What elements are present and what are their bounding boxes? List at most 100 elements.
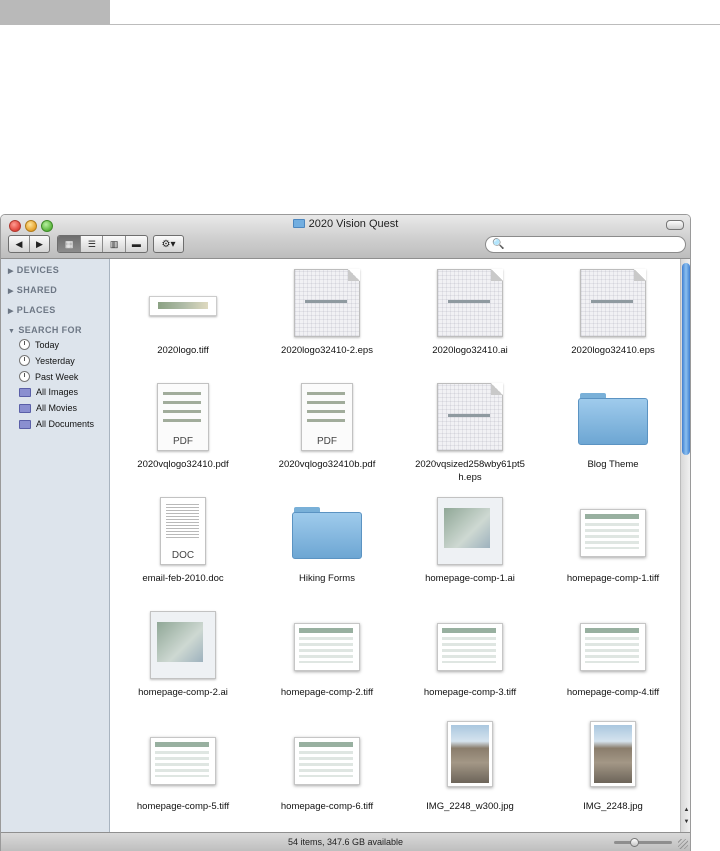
webpage-thumbnail <box>150 611 216 679</box>
action-menu-button[interactable]: ⚙▾ <box>153 235 184 253</box>
back-forward-control: ◀ ▶ <box>8 235 50 253</box>
sidebar-item-label: Past Week <box>35 371 79 382</box>
file-item[interactable]: 2020logo32410.ai <box>400 259 540 373</box>
disclosure-open-icon[interactable]: ▼ <box>8 328 15 335</box>
window-title: 2020 Vision Quest <box>1 218 690 230</box>
clock-icon <box>19 355 30 366</box>
window-title-text: 2020 Vision Quest <box>308 218 399 230</box>
status-bar: 54 items, 347.6 GB available <box>1 832 690 851</box>
file-name-label: 2020logo32410.ai <box>432 345 508 356</box>
file-name-label: 2020vqlogo32410b.pdf <box>278 459 376 470</box>
page-header-block <box>0 0 110 25</box>
toolbar-toggle-button[interactable] <box>666 220 684 230</box>
file-name-label: 2020vqlogo32410.pdf <box>137 459 229 470</box>
resize-grip[interactable] <box>678 839 688 849</box>
file-type-badge: DOC <box>171 550 195 561</box>
file-item[interactable]: 2020logo32410-2.eps <box>257 259 397 373</box>
disclosure-closed-icon[interactable]: ▶ <box>8 268 14 275</box>
webpage-thumbnail <box>294 623 360 671</box>
photo-thumbnail <box>447 721 493 787</box>
scrollbar-thumb[interactable] <box>682 263 690 455</box>
scroll-down-arrow[interactable]: ▼ <box>682 819 690 825</box>
forward-button[interactable]: ▶ <box>28 236 49 252</box>
file-item[interactable]: 2020logo.tiff <box>113 259 253 373</box>
smart-folder-icon <box>19 419 31 429</box>
file-item[interactable]: homepage-comp-1.ai <box>400 487 540 601</box>
file-name-label: homepage-comp-3.tiff <box>423 687 517 698</box>
sidebar-item-all-images[interactable]: All Images <box>19 387 78 397</box>
file-item[interactable]: DOC email-feb-2010.doc <box>113 487 253 601</box>
sidebar-item-all-documents[interactable]: All Documents <box>19 419 94 429</box>
folder-icon <box>578 393 648 445</box>
icon-size-slider[interactable] <box>614 841 672 844</box>
list-view-button[interactable]: ☰ <box>80 236 102 252</box>
clock-icon <box>19 371 30 382</box>
file-item[interactable]: Hiking Forms <box>257 487 397 601</box>
webpage-thumbnail <box>150 737 216 785</box>
file-name-label: 2020logo.tiff <box>157 345 209 356</box>
file-type-badge: PDF <box>173 436 193 447</box>
search-input[interactable]: 🔍 <box>485 236 686 253</box>
sidebar-item-yesterday[interactable]: Yesterday <box>19 355 75 366</box>
file-name-label: homepage-comp-6.tiff <box>280 801 374 812</box>
page-header-rule <box>110 24 720 25</box>
file-item[interactable]: homepage-comp-6.tiff <box>257 715 397 829</box>
sidebar-section-shared[interactable]: ▶ SHARED <box>8 285 57 295</box>
sidebar-section-search-for[interactable]: ▼ SEARCH FOR <box>8 325 82 335</box>
sidebar-section-places[interactable]: ▶ PLACES <box>8 305 56 315</box>
file-item[interactable]: IMG_2248_w300.jpg <box>400 715 540 829</box>
disclosure-closed-icon[interactable]: ▶ <box>8 308 14 315</box>
file-item[interactable]: homepage-comp-1.tiff <box>543 487 680 601</box>
logo-thumbnail <box>149 296 217 316</box>
file-item[interactable]: homepage-comp-4.tiff <box>543 601 680 715</box>
sidebar-item-label: All Documents <box>36 419 95 429</box>
disclosure-closed-icon[interactable]: ▶ <box>8 288 14 295</box>
sidebar-section-label: PLACES <box>16 305 56 315</box>
sidebar-item-all-movies[interactable]: All Movies <box>19 403 77 413</box>
gear-icon: ⚙▾ <box>161 238 176 250</box>
document-file-icon <box>294 269 360 337</box>
file-name-label: IMG_2248.jpg <box>583 801 643 812</box>
document-file-icon <box>580 269 646 337</box>
file-item[interactable]: 2020vqsized258wby61pt5 h.eps <box>400 373 540 487</box>
coverflow-view-button[interactable]: ▬ <box>124 236 147 252</box>
sidebar-section-label: DEVICES <box>16 265 60 275</box>
file-item[interactable]: homepage-comp-2.ai <box>113 601 253 715</box>
sidebar-item-past-week[interactable]: Past Week <box>19 371 78 382</box>
titlebar[interactable]: 2020 Vision Quest ◀ ▶ ▦ ☰ ▥ ▬ ⚙▾ 🔍 <box>1 215 690 259</box>
pdf-file-icon: PDF <box>157 383 209 451</box>
sidebar: ▶ DEVICES ▶ SHARED ▶ PLACES ▼ SEARCH FOR Today Ye… <box>1 259 110 832</box>
webpage-thumbnail <box>580 623 646 671</box>
sidebar-item-label: Today <box>35 339 60 350</box>
file-item[interactable]: Blog Theme <box>543 373 680 487</box>
sidebar-item-label: All Images <box>36 387 79 397</box>
sidebar-item-today[interactable]: Today <box>19 339 59 350</box>
folder-icon <box>292 219 305 228</box>
clock-icon <box>19 339 30 350</box>
finder-window: 2020 Vision Quest ◀ ▶ ▦ ☰ ▥ ▬ ⚙▾ 🔍 ▶ DEVICES… <box>0 214 691 851</box>
document-file-icon <box>437 383 503 451</box>
search-icon: 🔍 <box>492 239 505 250</box>
sidebar-section-label: SEARCH FOR <box>18 325 82 335</box>
file-type-badge: PDF <box>317 436 337 447</box>
sidebar-section-devices[interactable]: ▶ DEVICES <box>8 265 59 275</box>
file-item[interactable]: 2020logo32410.eps <box>543 259 680 373</box>
file-item[interactable]: IMG_2248.jpg <box>543 715 680 829</box>
file-item[interactable]: PDF 2020vqlogo32410.pdf <box>113 373 253 487</box>
file-item[interactable]: PDF 2020vqlogo32410b.pdf <box>257 373 397 487</box>
status-text: 54 items, 347.6 GB available <box>287 837 404 847</box>
pdf-file-icon: PDF <box>301 383 353 451</box>
file-item[interactable]: homepage-comp-2.tiff <box>257 601 397 715</box>
file-name-label: IMG_2248_w300.jpg <box>426 801 514 812</box>
file-name-label: homepage-comp-4.tiff <box>566 687 660 698</box>
back-button[interactable]: ◀ <box>9 236 29 252</box>
column-view-button[interactable]: ▥ <box>102 236 124 252</box>
file-item[interactable]: homepage-comp-3.tiff <box>400 601 540 715</box>
smart-folder-icon <box>19 403 31 413</box>
icon-view-button[interactable]: ▦ <box>58 236 81 252</box>
webpage-thumbnail <box>580 509 646 557</box>
vertical-scrollbar[interactable]: ▲ ▼ <box>680 259 690 832</box>
folder-icon <box>292 507 362 559</box>
scroll-up-arrow[interactable]: ▲ <box>682 807 690 813</box>
file-item[interactable]: homepage-comp-5.tiff <box>113 715 253 829</box>
